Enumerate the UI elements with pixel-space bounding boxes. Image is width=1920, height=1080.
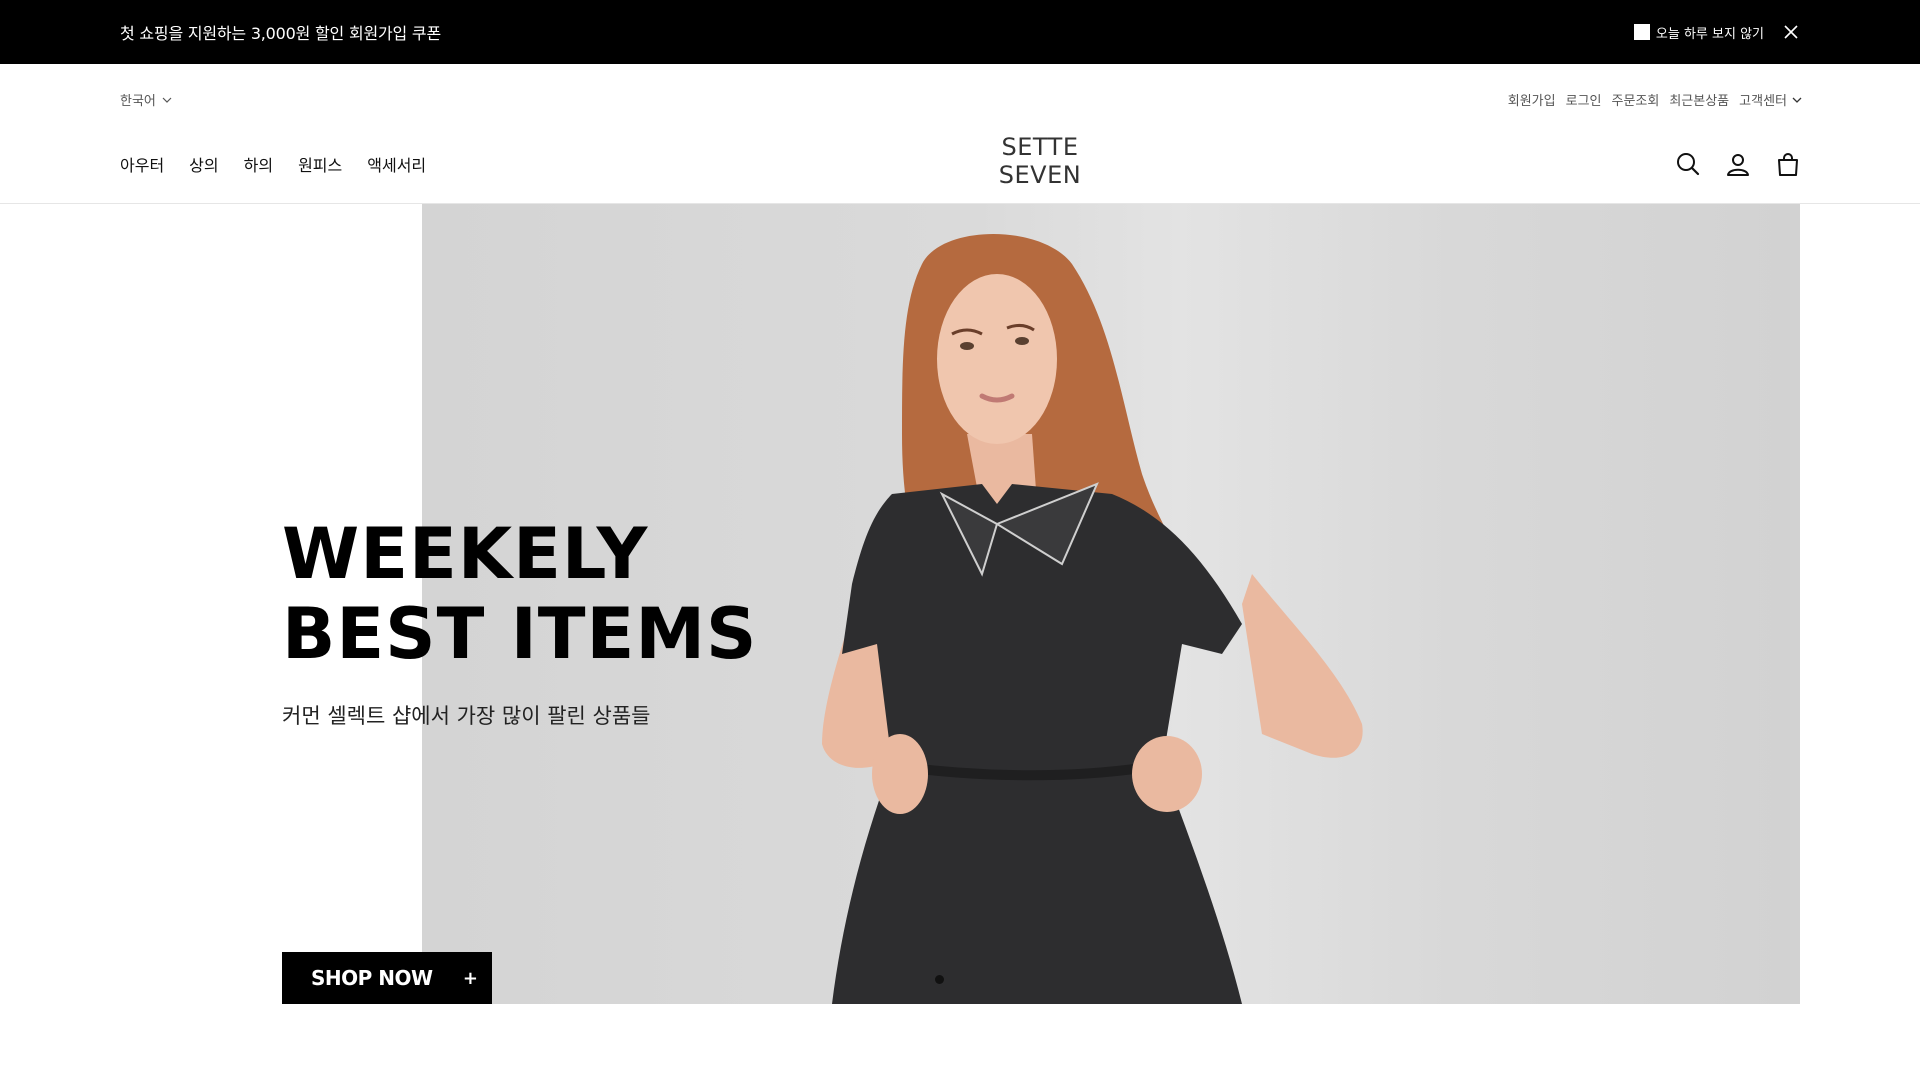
nav-item-bottoms[interactable]: 하의 [244, 152, 273, 176]
login-link[interactable]: 로그인 [1566, 90, 1602, 109]
logo-line-2: SEVEN [998, 161, 1082, 189]
promo-bar: 첫 쇼핑을 지원하는 3,000원 할인 회원가입 쿠폰 오늘 하루 보지 않기 [0, 0, 1920, 64]
hide-today-label: 오늘 하루 보지 않기 [1655, 26, 1764, 42]
nav-item-tops[interactable]: 상의 [189, 152, 218, 176]
shop-now-label: SHOP NOW [311, 966, 433, 990]
bag-icon[interactable] [1774, 150, 1802, 178]
logo-line-1: SETTE [1001, 133, 1079, 161]
header-icons [1674, 150, 1802, 178]
hero-title-line-1: WEEKELY [282, 513, 649, 595]
promo-text[interactable]: 첫 쇼핑을 지원하는 3,000원 할인 회원가입 쿠폰 [120, 20, 441, 44]
user-icon[interactable] [1724, 150, 1752, 178]
chevron-down-icon [1792, 92, 1802, 107]
promo-controls: 오늘 하루 보지 않기 [1633, 18, 1800, 46]
brand-logo[interactable]: SETTE SEVEN [980, 133, 1100, 189]
shop-now-button[interactable]: SHOP NOW + [282, 952, 492, 1004]
plus-icon: + [462, 967, 478, 989]
hide-today-toggle[interactable]: 오늘 하루 보지 않기 [1633, 23, 1764, 42]
signup-link[interactable]: 회원가입 [1508, 90, 1556, 109]
nav-item-accessories[interactable]: 액세서리 [367, 152, 426, 176]
language-label: 한국어 [120, 94, 156, 109]
nav-item-onepiece[interactable]: 원피스 [298, 152, 342, 176]
hide-today-checkbox[interactable] [1633, 24, 1650, 40]
hero-title-line-2: BEST ITEMS [282, 593, 758, 675]
recent-items-link[interactable]: 최근본상품 [1669, 90, 1729, 109]
slide-indicator-dot[interactable] [935, 975, 944, 984]
nav-item-outer[interactable]: 아우터 [120, 152, 164, 176]
utility-links: 회원가입 로그인 주문조회 최근본상품 고객센터 [1508, 90, 1802, 109]
search-icon[interactable] [1674, 150, 1702, 178]
hero-banner[interactable]: WEEKELY BEST ITEMS 커먼 셀렉트 샵에서 가장 많이 팔린 상… [0, 204, 1920, 1004]
chevron-down-icon [162, 92, 172, 107]
close-icon[interactable] [1782, 23, 1800, 41]
hero-subtitle: 커먼 셀렉트 샵에서 가장 많이 팔린 상품들 [282, 704, 651, 728]
customer-center-label: 고객센터 [1739, 94, 1787, 109]
customer-center-dropdown[interactable]: 고객센터 [1739, 90, 1802, 109]
hero-title: WEEKELY BEST ITEMS [282, 514, 757, 674]
order-lookup-link[interactable]: 주문조회 [1612, 90, 1660, 109]
language-select[interactable]: 한국어 [120, 90, 172, 109]
main-nav: 아우터 상의 하의 원피스 액세서리 [120, 152, 426, 176]
